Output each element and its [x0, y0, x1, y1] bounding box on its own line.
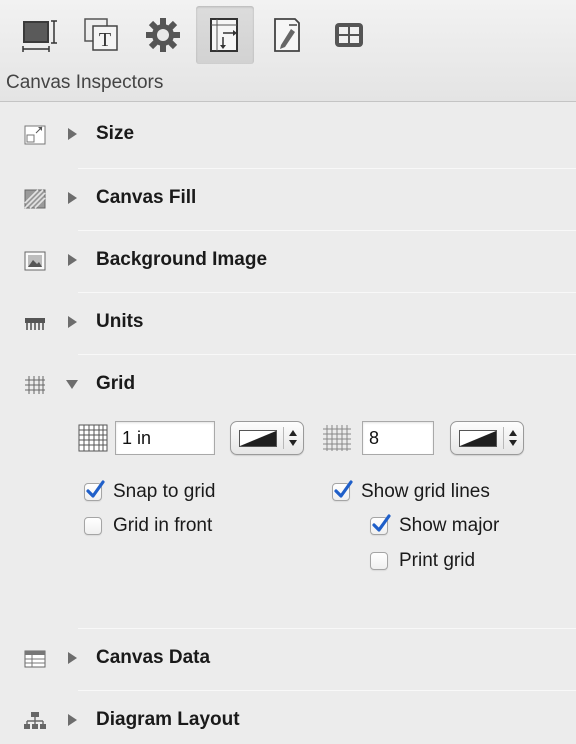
checkbox-box[interactable] [332, 480, 353, 501]
section-label: Units [96, 311, 144, 332]
major-grid-color-popup[interactable] [450, 421, 524, 455]
table-icon [24, 649, 46, 669]
checkbox-label: Grid in front [113, 515, 213, 536]
text-icon: T [84, 18, 118, 51]
canvas-inspector-icon [210, 18, 238, 52]
section-grid[interactable]: Grid [0, 354, 576, 414]
disclosure-right-icon[interactable] [64, 190, 80, 206]
hierarchy-icon [24, 711, 46, 731]
popup-divider [283, 427, 284, 449]
grid-color-swatch [239, 430, 277, 447]
section-size[interactable]: Size [0, 104, 576, 164]
disclosure-right-icon[interactable] [64, 252, 80, 268]
popup-arrows-icon [506, 427, 520, 449]
grid-in-front-checkbox[interactable]: Grid in front [84, 513, 212, 539]
checkbox-box[interactable] [84, 517, 102, 535]
section-label: Background Image [96, 249, 268, 270]
stencils-tab-button[interactable] [320, 6, 378, 64]
document-edit-icon [274, 18, 300, 52]
image-icon [24, 251, 46, 271]
popup-divider [503, 427, 504, 449]
section-background-image[interactable]: Background Image [0, 230, 576, 290]
popup-arrows-icon [286, 427, 300, 449]
disclosure-right-icon[interactable] [64, 712, 80, 728]
canvas-size-tab-button[interactable] [10, 6, 68, 64]
properties-tab-button[interactable] [134, 6, 192, 64]
grid-icon [24, 375, 46, 395]
section-divider [78, 168, 576, 169]
checkbox-box[interactable] [370, 552, 388, 570]
section-divider [78, 292, 576, 293]
disclosure-down-icon[interactable] [64, 376, 80, 392]
inspector-title: Canvas Inspectors [6, 72, 164, 93]
major-grid-color-swatch [459, 430, 497, 447]
section-divider [78, 628, 576, 629]
disclosure-right-icon[interactable] [64, 314, 80, 330]
section-label: Diagram Layout [96, 709, 240, 730]
canvas-size-icon [22, 20, 57, 52]
section-label: Canvas Fill [96, 187, 197, 208]
section-divider [78, 354, 576, 355]
grid-settings-row [0, 418, 576, 458]
document-tab-button[interactable] [258, 6, 316, 64]
checkmark-icon [334, 480, 353, 498]
checkmark-icon [372, 514, 391, 532]
show-grid-lines-checkbox[interactable]: Show grid lines [332, 479, 490, 505]
section-divider [78, 230, 576, 231]
disclosure-right-icon[interactable] [64, 650, 80, 666]
ruler-icon [24, 313, 46, 333]
major-grid-field[interactable] [362, 421, 434, 455]
section-label: Size [96, 123, 135, 144]
checkbox-label: Print grid [399, 550, 476, 571]
snap-to-grid-checkbox[interactable]: Snap to grid [84, 479, 215, 505]
canvas-tab-button[interactable] [196, 6, 254, 64]
grid-color-popup[interactable] [230, 421, 304, 455]
section-units[interactable]: Units [0, 292, 576, 352]
section-canvas-fill[interactable]: Canvas Fill [0, 168, 576, 228]
grid-spacing-icon [78, 424, 108, 452]
inspector-toolbar: T Canvas Inspectors [0, 0, 576, 102]
section-label: Grid [96, 373, 136, 394]
section-label: Canvas Data [96, 647, 211, 668]
svg-text:T: T [99, 29, 111, 51]
show-major-checkbox[interactable]: Show major [370, 513, 499, 539]
section-divider [78, 690, 576, 691]
major-grid-icon [322, 424, 352, 452]
grid-tiles-icon [335, 23, 363, 47]
checkbox-label: Snap to grid [113, 481, 216, 502]
disclosure-right-icon[interactable] [64, 126, 80, 142]
gear-icon [146, 18, 180, 52]
section-diagram-layout[interactable]: Diagram Layout [0, 690, 576, 744]
grid-spacing-field[interactable] [115, 421, 215, 455]
checkbox-label: Show major [399, 515, 500, 536]
checkbox-box[interactable] [370, 514, 391, 535]
checkbox-box[interactable] [84, 480, 105, 501]
print-grid-checkbox[interactable]: Print grid [370, 548, 475, 574]
checkmark-icon [86, 480, 105, 498]
text-tab-button[interactable]: T [72, 6, 130, 64]
fill-icon [24, 189, 46, 209]
checkbox-label: Show grid lines [361, 481, 490, 502]
section-canvas-data[interactable]: Canvas Data [0, 628, 576, 688]
size-icon [24, 125, 46, 145]
